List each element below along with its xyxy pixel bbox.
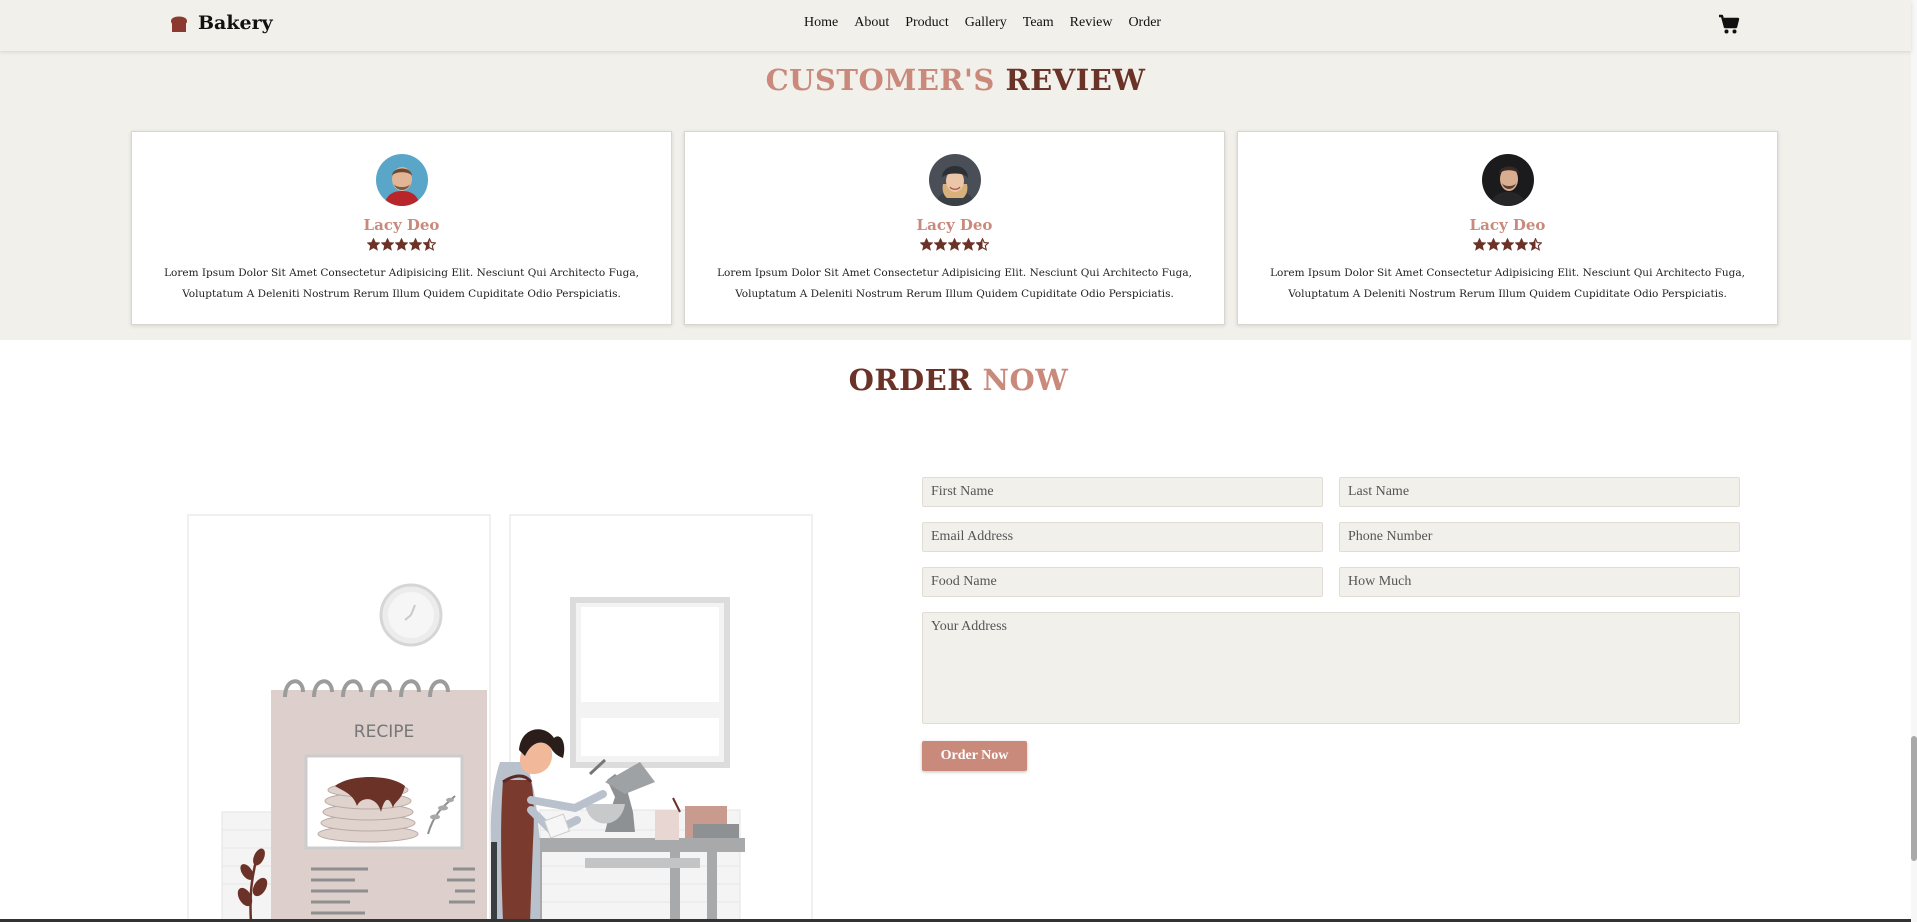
order-title: ORDER NOW [0,363,1917,397]
review-card: Lacy Deo Lorem Ipsum Dolor Sit Amet Cons… [131,131,672,325]
star-icon [381,238,394,251]
first-name-field[interactable] [922,477,1323,507]
star-icon [367,238,380,251]
avatar [1481,154,1534,206]
review-section: CUSTOMER'S REVIEW Lacy Deo Lorem Ipsum D… [0,51,1911,340]
food-name-field[interactable] [922,567,1323,597]
nav-team[interactable]: Team [1023,15,1054,31]
star-icon [1515,238,1528,251]
order-title-part2: NOW [982,363,1069,397]
star-icon [1501,238,1514,251]
quantity-field[interactable] [1339,567,1740,597]
brand-logo[interactable]: Bakery [168,12,273,34]
site-header: Bakery Home About Product Gallery Team R… [0,0,1911,51]
star-half-icon [976,238,989,251]
star-rating [685,238,1224,251]
last-name-field[interactable] [1339,477,1740,507]
star-icon [1487,238,1500,251]
star-icon [962,238,975,251]
reviewer-name: Lacy Deo [363,216,440,234]
star-icon [920,238,933,251]
star-icon [948,238,961,251]
review-text: Lorem Ipsum Dolor Sit Amet Consectetur A… [717,267,1192,300]
review-card: Lacy Deo Lorem Ipsum Dolor Sit Amet Cons… [684,131,1225,325]
star-half-icon [1529,238,1542,251]
star-icon [1473,238,1486,251]
order-title-part1: ORDER [848,363,972,397]
star-icon [934,238,947,251]
nav-review[interactable]: Review [1070,15,1113,31]
star-icon [409,238,422,251]
scrollbar-thumb[interactable] [1911,736,1917,861]
review-title-part1: CUSTOMER'S [765,63,995,97]
reviewer-name: Lacy Deo [1469,216,1546,234]
recipe-label: RECIPE [354,722,414,742]
nav-gallery[interactable]: Gallery [965,15,1007,31]
star-half-icon [423,238,436,251]
bakery-illustration: RECIPE [187,514,813,922]
bread-icon [171,16,187,32]
phone-field[interactable] [1339,522,1740,552]
main-nav: Home About Product Gallery Team Review O… [804,15,1161,31]
cart-icon[interactable] [1718,13,1740,35]
address-field[interactable] [922,612,1740,724]
avatar [375,154,428,206]
page-scrollbar[interactable] [1911,0,1917,922]
nav-about[interactable]: About [854,15,889,31]
nav-home[interactable]: Home [804,15,838,31]
brand-name: Bakery [198,12,273,34]
star-rating [132,238,671,251]
review-text: Lorem Ipsum Dolor Sit Amet Consectetur A… [164,267,639,300]
review-title: CUSTOMER'S REVIEW [0,63,1911,97]
nav-product[interactable]: Product [905,15,949,31]
nav-order[interactable]: Order [1128,15,1161,31]
order-now-button[interactable]: Order Now [922,741,1027,771]
review-card: Lacy Deo Lorem Ipsum Dolor Sit Amet Cons… [1237,131,1778,325]
reviewer-name: Lacy Deo [916,216,993,234]
email-field[interactable] [922,522,1323,552]
avatar [928,154,981,206]
review-text: Lorem Ipsum Dolor Sit Amet Consectetur A… [1270,267,1745,300]
star-rating [1238,238,1777,251]
star-icon [395,238,408,251]
review-title-part2: REVIEW [1005,63,1146,97]
